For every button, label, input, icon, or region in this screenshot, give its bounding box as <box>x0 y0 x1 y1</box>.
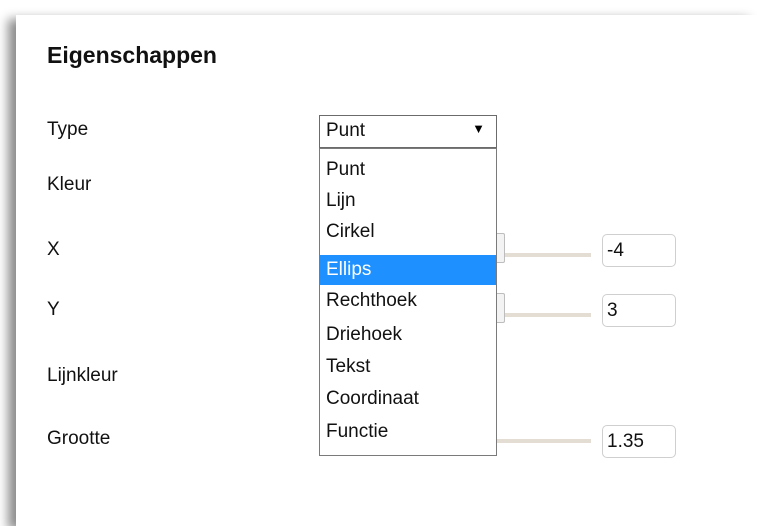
top-strip <box>0 0 757 13</box>
x-label: X <box>47 239 60 260</box>
option-functie[interactable]: Functie <box>320 417 496 447</box>
type-select[interactable]: Punt ▼ <box>319 115 497 148</box>
chevron-down-icon: ▼ <box>472 121 485 136</box>
type-label: Type <box>47 119 89 140</box>
y-label: Y <box>47 299 60 320</box>
grootte-label: Grootte <box>47 428 111 449</box>
type-dropdown-list: Punt Lijn Cirkel Ellips Rechthoek Drieho… <box>319 148 497 456</box>
kleur-label: Kleur <box>47 174 92 195</box>
grootte-value-input[interactable]: 1.35 <box>602 425 676 458</box>
option-tekst[interactable]: Tekst <box>320 352 496 382</box>
option-lijn[interactable]: Lijn <box>320 186 496 216</box>
option-coordinaat[interactable]: Coordinaat <box>320 384 496 414</box>
y-value-input[interactable]: 3 <box>602 294 676 327</box>
option-driehoek[interactable]: Driehoek <box>320 320 496 350</box>
option-ellips[interactable]: Ellips <box>320 255 496 285</box>
option-rechthoek[interactable]: Rechthoek <box>320 286 496 316</box>
type-select-value: Punt <box>326 120 366 141</box>
panel-title: Eigenschappen <box>47 42 217 68</box>
lijnkleur-label: Lijnkleur <box>47 365 118 386</box>
x-value-input[interactable]: -4 <box>602 234 676 267</box>
screen: Eigenschappen Type Kleur X Y Lijnkleur G… <box>0 0 757 526</box>
option-cirkel[interactable]: Cirkel <box>320 217 496 247</box>
option-punt[interactable]: Punt <box>320 155 496 185</box>
properties-panel: Eigenschappen Type Kleur X Y Lijnkleur G… <box>16 15 757 526</box>
